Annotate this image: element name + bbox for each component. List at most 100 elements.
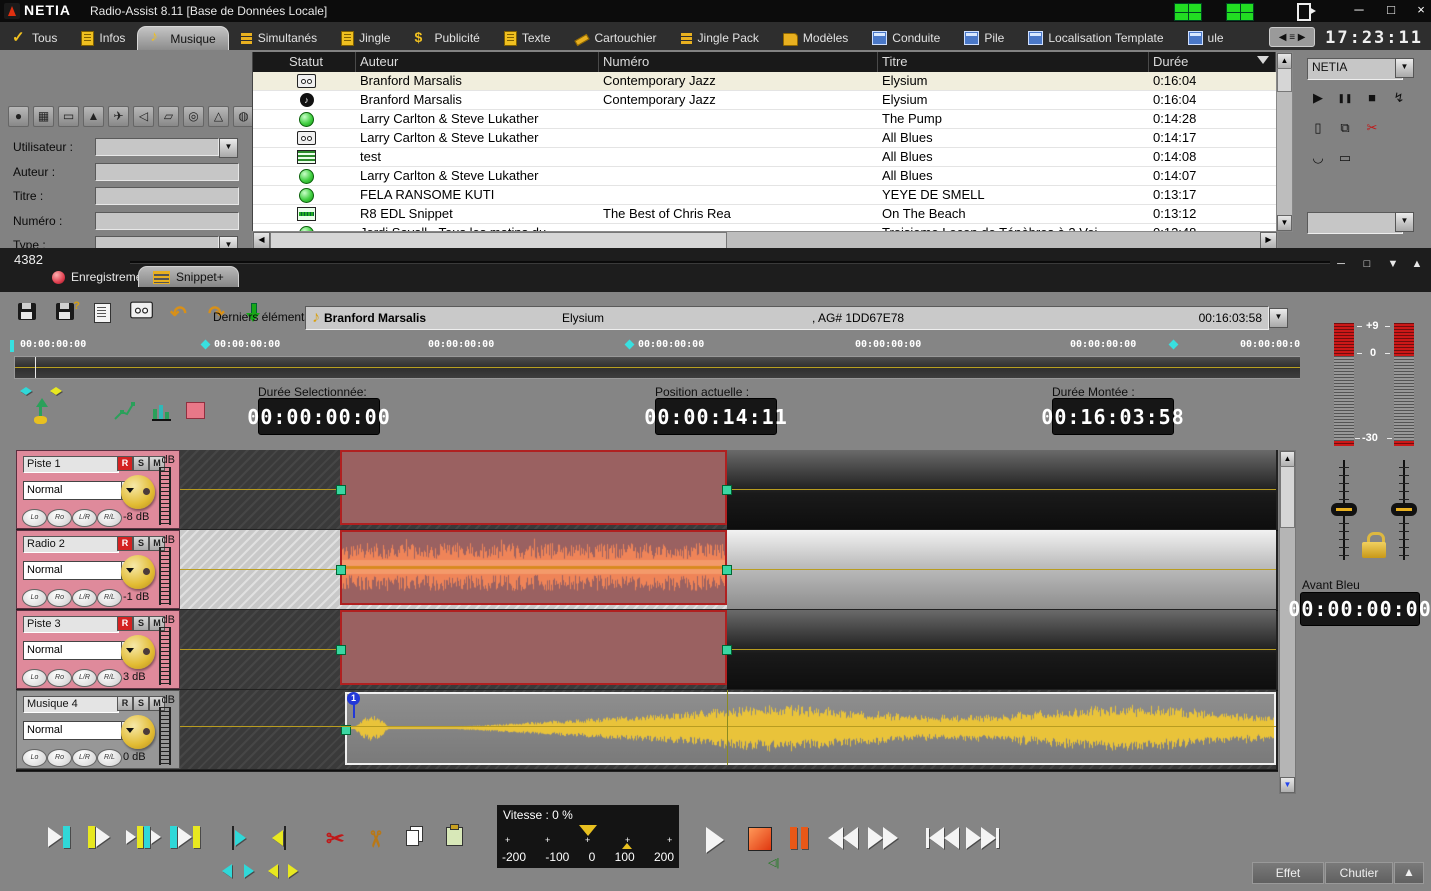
routing-lo-button[interactable]: Lo — [22, 749, 47, 767]
effet-button[interactable]: Effet — [1252, 862, 1324, 884]
tab-snippet-plus[interactable]: Snippet+ — [138, 266, 239, 287]
preset-dropdown-button[interactable]: ▼ — [1395, 58, 1414, 78]
play-around-cursor-icon[interactable] — [170, 826, 200, 848]
field-dropdown-button[interactable]: ▼ — [219, 138, 238, 158]
table-row[interactable]: testAll Blues0:14:08 — [253, 148, 1276, 167]
field-input-num-ro-[interactable] — [95, 212, 239, 230]
document-icon[interactable] — [94, 303, 118, 327]
routing-ro-button[interactable]: Ro — [47, 589, 72, 607]
selection-region[interactable] — [340, 610, 727, 685]
pause-button[interactable] — [790, 827, 808, 849]
track-r-button[interactable]: R — [117, 696, 133, 711]
skip-end-button[interactable] — [966, 827, 999, 849]
speed-pointer-icon[interactable] — [579, 825, 597, 836]
rewind-button[interactable] — [828, 827, 858, 849]
speed-slider[interactable]: Vitesse : 0 % ++ ++ + -200-1000100200 — [497, 805, 679, 868]
overview-cursor[interactable] — [35, 357, 36, 378]
menu-tab-musique[interactable]: Musique — [137, 26, 228, 50]
routing-lr-button[interactable]: L/R — [72, 669, 97, 687]
filter-icon[interactable] — [1257, 56, 1269, 64]
track-lane-4[interactable]: 1 — [180, 690, 1276, 769]
snippet-maximize-button[interactable]: □ — [1356, 258, 1378, 272]
cassette-icon[interactable]: ▭ — [1334, 148, 1356, 168]
logout-icon[interactable] — [1297, 3, 1319, 18]
table-row[interactable]: R8 EDL SnippetThe Best of Chris ReaOn Th… — [253, 205, 1276, 224]
routing-rl-button[interactable]: R/L — [97, 589, 122, 607]
cd-icon[interactable]: ◎ — [183, 106, 204, 127]
overview-strip[interactable] — [14, 356, 1304, 379]
copy-icon[interactable] — [406, 826, 424, 846]
table-row[interactable]: Larry Carlton & Steve LukatherAll Blues0… — [253, 129, 1276, 148]
gain-fader-right[interactable] — [1403, 460, 1405, 560]
ruler-marker-icon[interactable] — [201, 340, 211, 350]
menu-tab-simultan-s[interactable]: Simultanés — [229, 26, 329, 50]
routing-lo-button[interactable]: Lo — [22, 509, 47, 527]
lightning-icon[interactable]: ↯ — [1388, 88, 1410, 108]
selection-handle-left[interactable] — [336, 565, 346, 575]
ruler-marker-icon[interactable] — [1169, 340, 1179, 350]
field-input-titre-[interactable] — [95, 187, 239, 205]
column-header-titre[interactable]: Titre — [878, 52, 1149, 72]
track-name[interactable]: Piste 3 — [23, 616, 119, 633]
mark-out-icon[interactable] — [272, 826, 286, 850]
red-tool-icon[interactable]: ✂ — [1361, 118, 1383, 138]
cassette-icon[interactable] — [132, 303, 156, 327]
current-item-field[interactable]: ♪ Branford Marsalis Elysium , AG# 1DD67E… — [305, 306, 1269, 330]
field-input-utilisateur-[interactable] — [95, 138, 219, 156]
track-s-button[interactable]: S — [133, 616, 149, 631]
selection-region[interactable] — [340, 450, 727, 525]
preset-combobox[interactable]: NETIA — [1307, 58, 1403, 80]
track-level-fader[interactable] — [159, 707, 171, 765]
play-icon[interactable]: ▶ — [1307, 88, 1329, 108]
menu-tab-cartouchier[interactable]: Cartouchier — [563, 26, 669, 50]
chutier-button[interactable]: Chutier — [1325, 862, 1393, 884]
track-level-fader[interactable] — [159, 467, 171, 525]
gain-fader-left[interactable] — [1343, 460, 1345, 560]
secondary-combobox[interactable] — [1307, 212, 1403, 234]
routing-rl-button[interactable]: R/L — [97, 509, 122, 527]
menu-tab-tous[interactable]: Tous — [0, 26, 69, 50]
routing-rl-button[interactable]: R/L — [97, 669, 122, 687]
routing-lr-button[interactable]: L/R — [72, 589, 97, 607]
stop-icon[interactable]: ■ — [1361, 88, 1383, 108]
snippet-minimize-button[interactable]: ─ — [1330, 258, 1352, 272]
column-header-duree[interactable]: Durée — [1149, 52, 1276, 72]
tracks-vscrollbar[interactable]: ▲ ▼ — [1279, 450, 1296, 794]
snippet-collapse-up-button[interactable]: ▲ — [1406, 258, 1428, 272]
snippet-collapse-down-button[interactable]: ▼ — [1382, 258, 1404, 272]
nudge-left-yellow-icon[interactable] — [268, 864, 278, 883]
menu-tab-conduite[interactable]: Conduite — [860, 26, 952, 50]
table-header[interactable]: StatutAuteurNuméroTitreDurée — [253, 52, 1276, 72]
cut-icon[interactable]: ✂ — [326, 826, 344, 852]
selection-handle-right[interactable] — [722, 565, 732, 575]
track-s-button[interactable]: S — [133, 696, 149, 711]
selection-handle-right[interactable] — [722, 485, 732, 495]
bowl-icon[interactable]: ◡ — [1307, 148, 1329, 168]
column-header-statut[interactable]: Statut — [253, 52, 356, 72]
table-row[interactable]: Larry Carlton & Steve LukatherAll Blues0… — [253, 167, 1276, 186]
table-vscrollbar[interactable]: ▲ ▼ — [1276, 52, 1293, 232]
play-button[interactable] — [706, 827, 724, 853]
fader-link-lock-icon[interactable] — [1360, 532, 1388, 558]
track-level-fader[interactable] — [159, 627, 171, 685]
track-r-button[interactable]: R — [117, 536, 133, 551]
maximize-button[interactable]: □ — [1378, 2, 1404, 19]
track-r-button[interactable]: R — [117, 456, 133, 471]
selection-handle-right[interactable] — [722, 645, 732, 655]
trash-icon[interactable]: ▯ — [1307, 118, 1329, 138]
ruler-marker-icon[interactable] — [625, 340, 635, 350]
tab-scroller[interactable]: ◀ ≡ ▶ — [1269, 27, 1315, 47]
column-header-numero[interactable]: Numéro — [599, 52, 878, 72]
cassette-icon[interactable]: ▭ — [58, 106, 79, 127]
speaker-icon[interactable]: ◁ — [133, 106, 154, 127]
selection-handle-left[interactable] — [336, 645, 346, 655]
table-row[interactable]: Larry Carlton & Steve LukatherThe Pump0:… — [253, 110, 1276, 129]
plane-icon[interactable]: ✈ — [108, 106, 129, 127]
globe-icon[interactable]: ◍ — [233, 106, 254, 127]
selection-handle-left[interactable] — [336, 485, 346, 495]
table-row[interactable]: ♪Branford MarsalisContemporary JazzElysi… — [253, 91, 1276, 110]
rocket-icon[interactable]: ▲ — [83, 106, 104, 127]
skip-start-button[interactable] — [926, 827, 959, 849]
routing-lo-button[interactable]: Lo — [22, 589, 47, 607]
piano-icon[interactable]: ▦ — [33, 106, 54, 127]
